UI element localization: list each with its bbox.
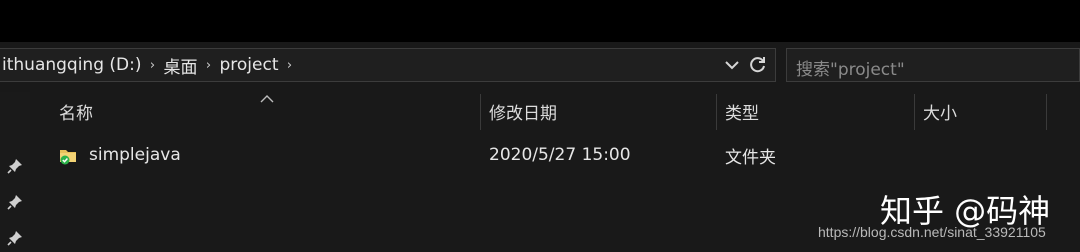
column-header-modified-label: 修改日期 (489, 103, 557, 124)
column-header-name-label: 名称 (59, 103, 93, 124)
column-header-type[interactable]: 类型 (725, 92, 759, 130)
sort-ascending-icon (260, 88, 274, 107)
pin-icon[interactable] (7, 194, 23, 214)
breadcrumb-project[interactable]: project (218, 55, 281, 75)
shared-folder-icon (58, 145, 78, 169)
chevron-down-icon[interactable] (725, 60, 739, 70)
file-type: 文件夹 (725, 147, 776, 168)
file-name[interactable]: simplejava (89, 137, 181, 173)
breadcrumb-drive[interactable]: ithuangqing (D:) (0, 55, 144, 75)
navigation-pane[interactable] (0, 92, 30, 252)
table-row[interactable]: simplejava 2020/5/27 15:00 文件夹 (30, 137, 1046, 173)
column-header-size-label: 大小 (923, 103, 957, 124)
chevron-right-icon[interactable]: › (144, 58, 162, 73)
column-divider[interactable] (914, 94, 915, 130)
chevron-right-icon[interactable]: › (281, 58, 299, 73)
window-titlebar (0, 0, 1080, 42)
column-divider[interactable] (1046, 94, 1047, 130)
column-header-name[interactable]: 名称 (59, 92, 93, 130)
search-placeholder: 搜索"project" (796, 60, 905, 80)
column-header-type-label: 类型 (725, 103, 759, 124)
breadcrumb-desktop[interactable]: 桌面 (162, 53, 200, 78)
column-header-size[interactable]: 大小 (923, 92, 957, 130)
watermark-url: https://blog.csdn.net/sinat_33921105 (818, 224, 1046, 240)
search-input[interactable]: 搜索"project" (786, 48, 1080, 82)
pin-icon[interactable] (7, 230, 23, 250)
column-divider[interactable] (716, 94, 717, 130)
column-divider[interactable] (480, 94, 481, 130)
chevron-right-icon[interactable]: › (200, 58, 218, 73)
pin-icon[interactable] (7, 158, 23, 178)
breadcrumb: ithuangqing (D:) › 桌面 › project › (0, 49, 299, 81)
address-bar[interactable]: ithuangqing (D:) › 桌面 › project › (0, 48, 776, 82)
file-modified: 2020/5/27 15:00 (489, 145, 631, 165)
column-header-modified[interactable]: 修改日期 (489, 92, 557, 130)
refresh-icon[interactable] (749, 56, 767, 74)
